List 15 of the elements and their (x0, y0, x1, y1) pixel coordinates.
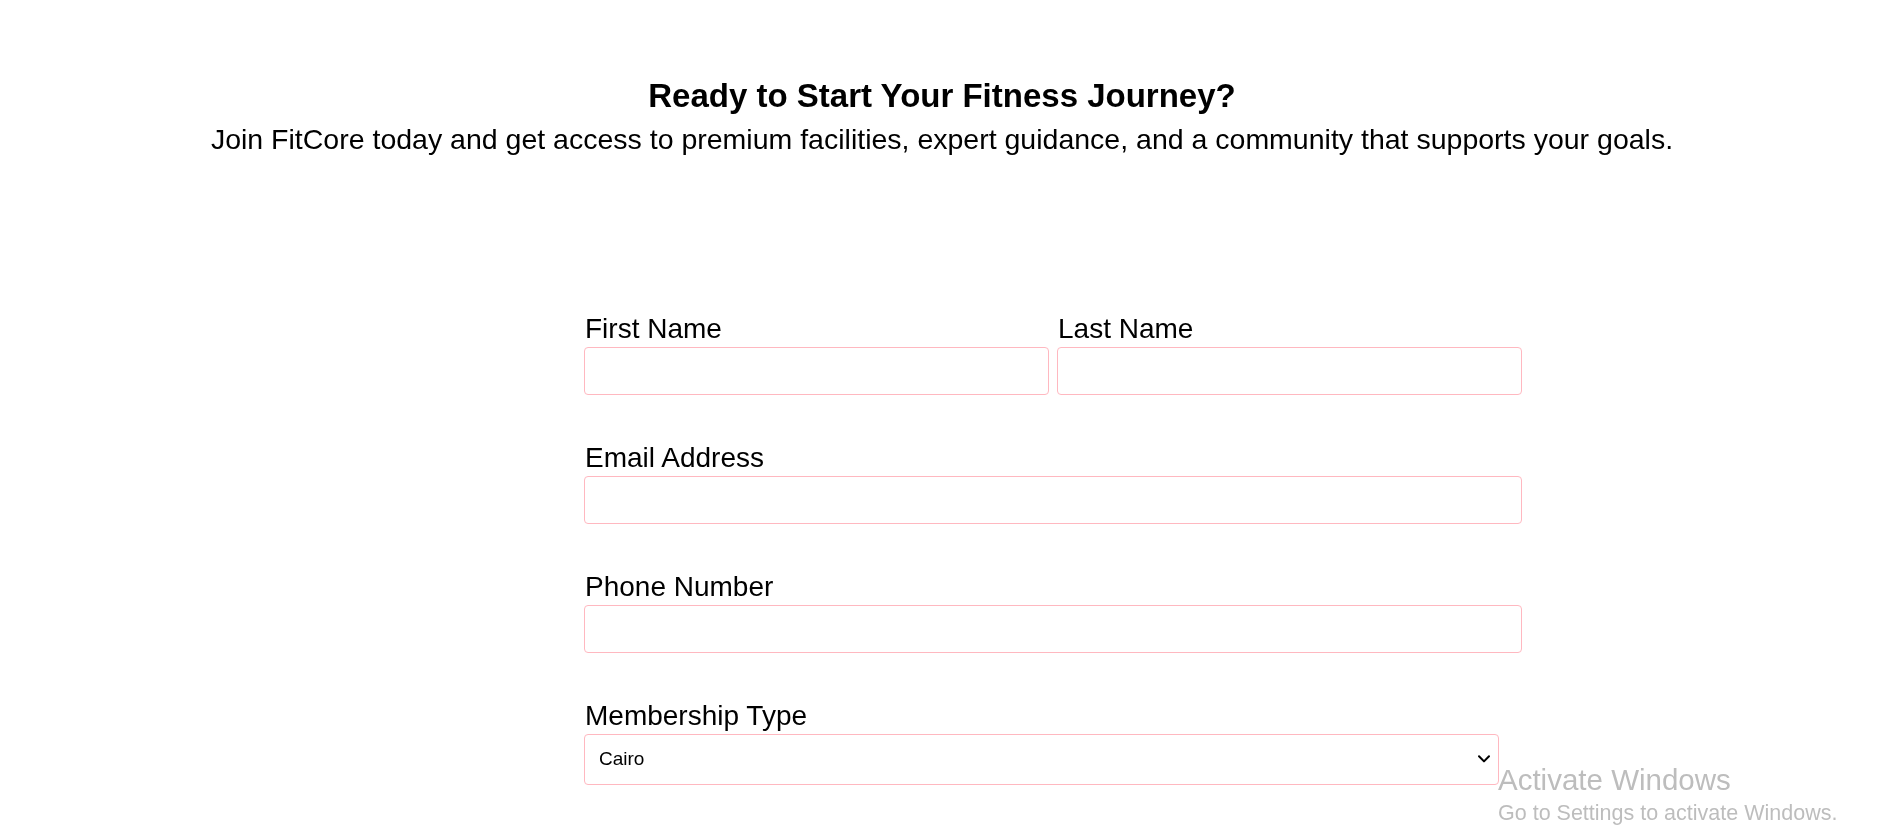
input-field[interactable] (584, 347, 1049, 395)
input-field[interactable] (584, 605, 1522, 653)
activation-message: Go to Settings to activate Windows. (1498, 802, 1838, 824)
field-label: Email Address (585, 442, 765, 474)
section-description: Join FitCore today and get access to premium facilities, expert guidance, and a community that supports your goals. (209, 122, 1675, 156)
dropdown-select[interactable]: Cairo (584, 734, 1499, 785)
activation-title: Activate Windows (1498, 763, 1732, 797)
input-field[interactable] (584, 476, 1522, 524)
chevron-down-icon (1478, 755, 1490, 763)
field-label: Membership Type (585, 700, 809, 732)
field-label: Phone Number (585, 571, 775, 603)
input-field[interactable] (1057, 347, 1522, 395)
field-label: Last Name (1058, 313, 1195, 345)
section-title: Ready to Start Your Fitness Journey? (647, 76, 1237, 116)
field-label: First Name (585, 313, 723, 345)
